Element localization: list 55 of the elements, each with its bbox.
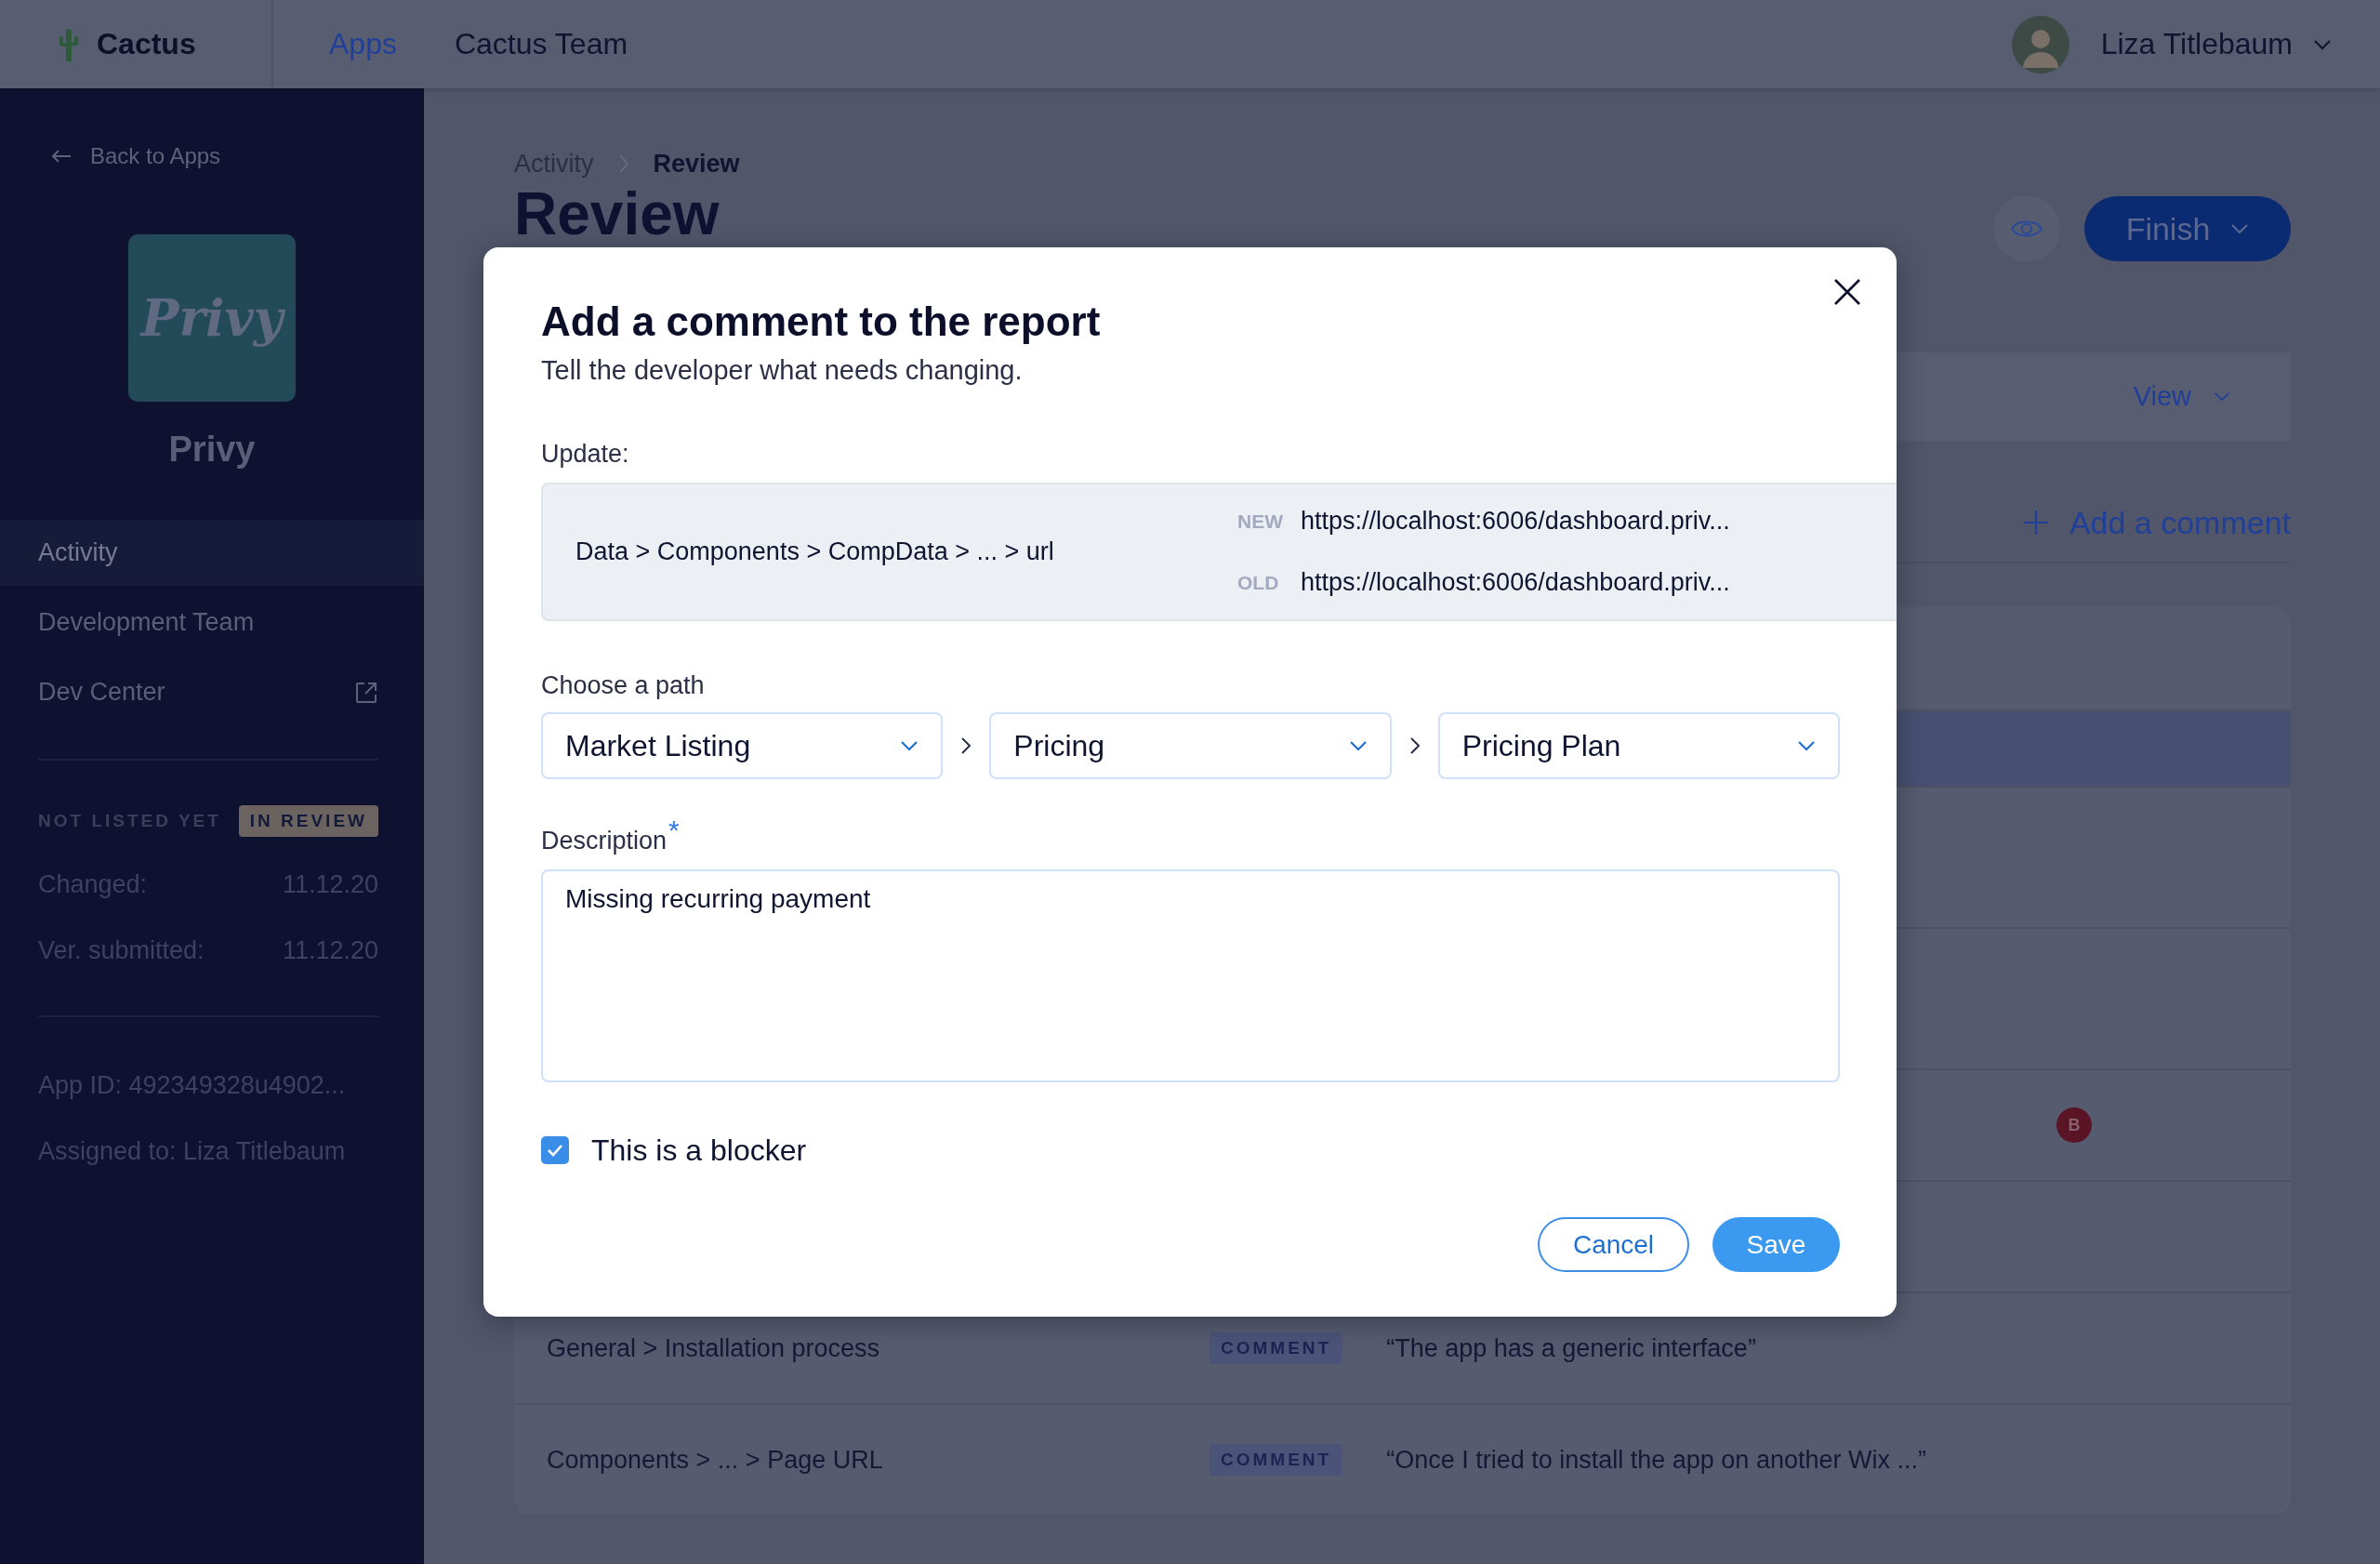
description-label: Description bbox=[541, 827, 668, 855]
user-name[interactable]: Liza Titlebaum bbox=[2100, 27, 2293, 61]
brand-name: Cactus bbox=[97, 27, 196, 61]
app-logo: Privy bbox=[128, 234, 296, 402]
table-cell: “Once I tried to install the app on another Wix ...” bbox=[1386, 1445, 1926, 1475]
chevron-down-icon bbox=[1348, 740, 1368, 751]
update-path: Data > Components > CompData > ... > url bbox=[575, 537, 1055, 566]
change-value: https://localhost:6006/dashboard.priv... bbox=[1301, 507, 1730, 536]
chevron-down-icon[interactable] bbox=[2313, 38, 2332, 50]
chevron-right-icon bbox=[960, 736, 972, 755]
back-link[interactable]: Back to Apps bbox=[0, 141, 424, 171]
change-tag: NEW bbox=[1237, 510, 1289, 533]
blocker-checkbox[interactable] bbox=[541, 1136, 569, 1164]
external-link-icon[interactable] bbox=[354, 680, 378, 705]
page-title: Review bbox=[514, 185, 720, 243]
chevron-down-icon bbox=[900, 740, 919, 751]
dialog-subtitle: Tell the developer what needs changing. bbox=[541, 354, 1024, 387]
app-name: Privy bbox=[167, 429, 257, 471]
chevron-right-icon bbox=[617, 153, 629, 174]
required-mark: * bbox=[668, 815, 680, 845]
back-link-text[interactable]: Back to Apps bbox=[90, 143, 221, 169]
change-value: https://localhost:6006/dashboard.priv... bbox=[1301, 568, 1730, 597]
arrow-left-icon bbox=[51, 149, 72, 164]
change-tag: OLD bbox=[1237, 571, 1289, 594]
chevron-down-icon bbox=[2230, 223, 2250, 234]
avatar[interactable] bbox=[2011, 15, 2069, 73]
review-badge: IN REVIEW bbox=[238, 805, 378, 837]
chevron-right-icon bbox=[1408, 736, 1421, 755]
checkbox-label[interactable]: This is a blocker bbox=[591, 1133, 807, 1168]
path-label: Choose a path bbox=[541, 670, 706, 701]
breadcrumb-item[interactable]: Review bbox=[653, 149, 740, 179]
table-cell: “The app has a generic interface” bbox=[1386, 1333, 1756, 1363]
sidebar-item[interactable]: Dev Center bbox=[0, 659, 424, 725]
dialog-title: Add a comment to the report bbox=[541, 298, 1102, 346]
close-icon[interactable] bbox=[1833, 278, 1861, 306]
save-button[interactable]: Save bbox=[1712, 1217, 1840, 1272]
cancel-button[interactable]: Cancel bbox=[1538, 1217, 1689, 1272]
sidebar-item-label[interactable]: Development Team bbox=[38, 608, 255, 637]
path-dropdown[interactable]: Market Listing bbox=[541, 712, 944, 779]
sidebar-item-label[interactable]: Activity bbox=[38, 538, 118, 567]
blocker-badge: B bbox=[2056, 1107, 2092, 1143]
description-field[interactable]: Missing recurring payment bbox=[541, 869, 1840, 1082]
table-cell-text: General > Installation process bbox=[546, 1333, 880, 1363]
sidebar-item-label[interactable]: Dev Center bbox=[38, 678, 165, 707]
finish-button[interactable]: Finish bbox=[2084, 196, 2291, 261]
sidebar-item[interactable]: Activity bbox=[0, 520, 424, 586]
sidebar-item[interactable]: Development Team bbox=[0, 590, 424, 656]
nav-link[interactable]: Cactus Team bbox=[454, 27, 628, 61]
update-label: Update: bbox=[541, 439, 630, 470]
chevron-down-icon bbox=[1797, 740, 1816, 751]
chevron-down-icon bbox=[2214, 391, 2230, 402]
table-cell-text: Components > ... > Page URL bbox=[546, 1445, 884, 1475]
path-dropdown[interactable]: Pricing bbox=[989, 712, 1392, 779]
plus-icon bbox=[2022, 510, 2049, 536]
path-dropdown[interactable]: Pricing Plan bbox=[1437, 712, 1840, 779]
